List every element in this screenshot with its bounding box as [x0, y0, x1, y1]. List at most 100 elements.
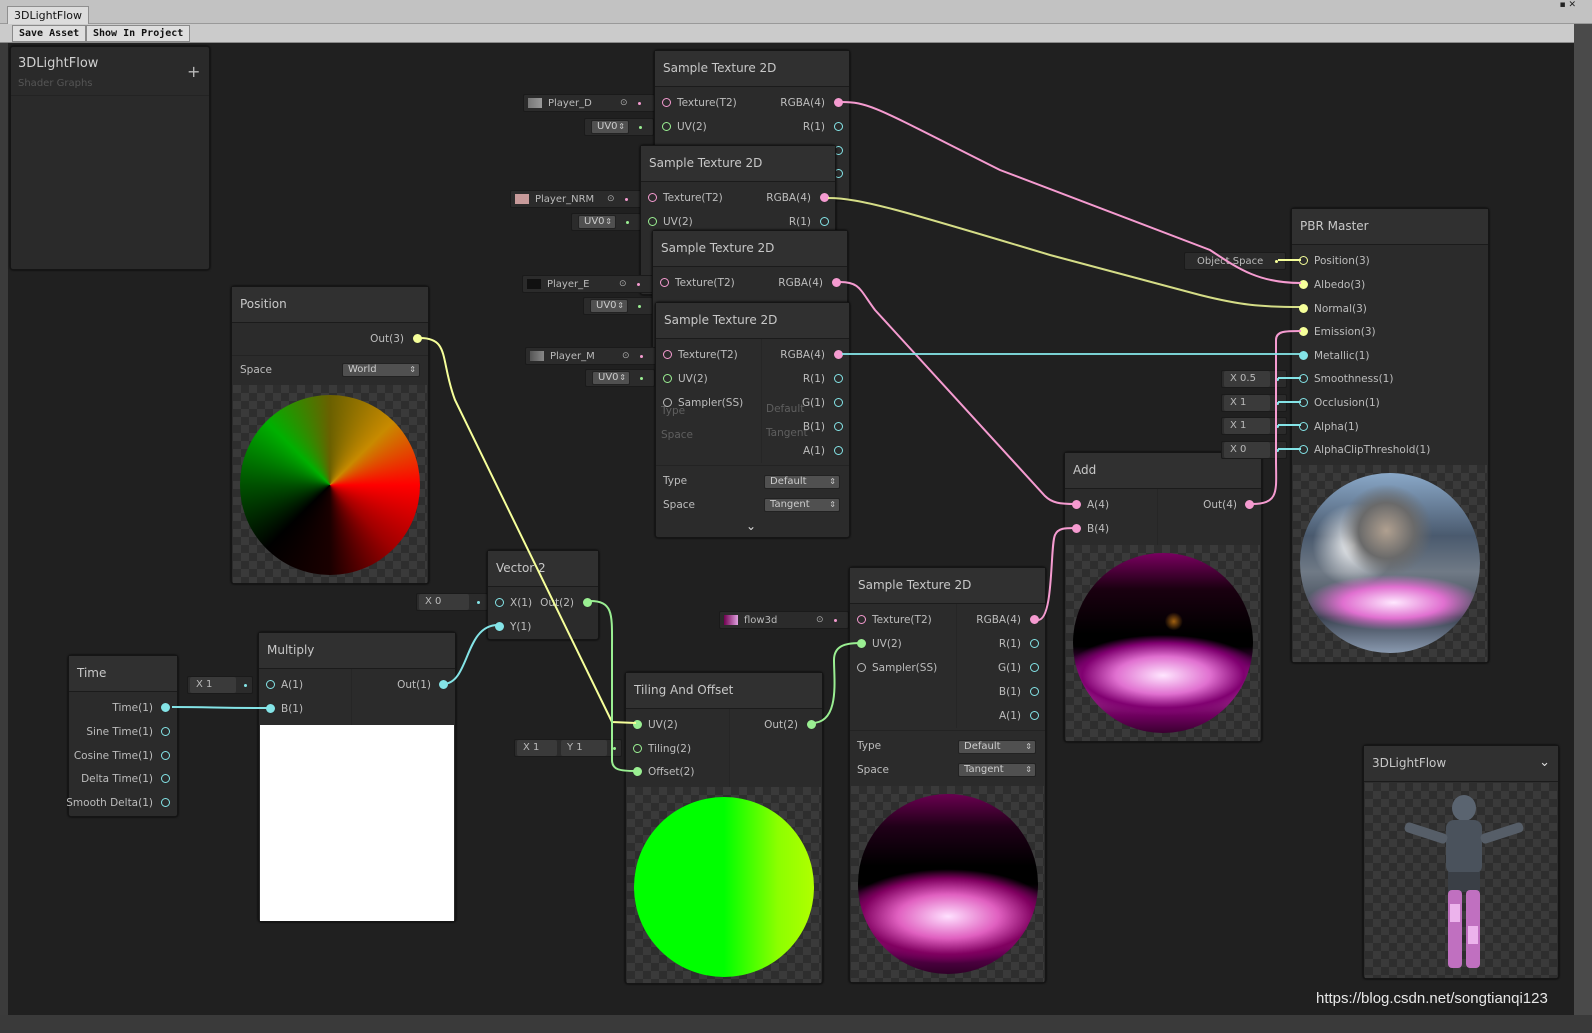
- port-dot[interactable]: [161, 727, 170, 736]
- window-controls-icon[interactable]: ▪ ✕: [1559, 1, 1576, 10]
- texture-field-flow3d[interactable]: flow3d ⊙: [719, 611, 849, 629]
- port-dot[interactable]: [495, 622, 504, 631]
- position-space-field[interactable]: Object Space: [1184, 252, 1286, 270]
- show-in-project-button[interactable]: Show In Project: [86, 25, 191, 42]
- port-dot[interactable]: [495, 598, 504, 607]
- port-dot[interactable]: [834, 446, 843, 455]
- shader-graph-window: 3DLightFlow ▪ ✕ Save Asset Show In Proje…: [0, 0, 1592, 1033]
- rgba-port-label: RGBA(4): [766, 192, 811, 204]
- port-dot[interactable]: [1245, 500, 1254, 509]
- type-dropdown[interactable]: Default: [764, 475, 840, 489]
- port-dot[interactable]: [660, 278, 669, 287]
- port-dot[interactable]: [857, 639, 866, 648]
- port-dot[interactable]: [1299, 374, 1308, 383]
- texture-field-player-nrm[interactable]: Player_NRM ⊙: [510, 190, 642, 208]
- multiply-a-field[interactable]: X 1: [187, 676, 253, 694]
- port-dot[interactable]: [662, 122, 671, 131]
- port-dot[interactable]: [820, 193, 829, 202]
- port-dot[interactable]: [1299, 398, 1308, 407]
- preview-sphere: [240, 395, 420, 575]
- out-port-dot[interactable]: [413, 334, 422, 343]
- port-dot[interactable]: [161, 751, 170, 760]
- preview-menu-chevron-icon[interactable]: ⌄: [1539, 755, 1550, 770]
- occlusion-field[interactable]: X 1: [1221, 394, 1287, 412]
- port-dot[interactable]: [834, 122, 843, 131]
- window-tab[interactable]: 3DLightFlow: [7, 6, 90, 24]
- time-node[interactable]: Time Time(1) Sine Time(1) Cosine Time(1)…: [66, 655, 178, 817]
- port-dot[interactable]: [1299, 256, 1308, 265]
- bottom-strip: [0, 1015, 1592, 1033]
- vector2-node[interactable]: Vector 2 X(1) Y(1) Out(2): [487, 550, 599, 640]
- port-dot[interactable]: [1072, 500, 1081, 509]
- uv-field-player-m[interactable]: UV0: [585, 369, 655, 387]
- space-dropdown[interactable]: Tangent: [764, 498, 840, 512]
- port-dot[interactable]: [161, 774, 170, 783]
- alpha-field[interactable]: X 1: [1221, 417, 1287, 435]
- texture-field-player-e[interactable]: Player_E ⊙: [522, 275, 654, 293]
- port-dot[interactable]: [1299, 422, 1308, 431]
- port-dot[interactable]: [633, 744, 642, 753]
- port-dot[interactable]: [583, 598, 592, 607]
- port-dot[interactable]: [1072, 524, 1081, 533]
- port-dot[interactable]: [1030, 687, 1039, 696]
- texture-field-player-d[interactable]: Player_D ⊙: [523, 94, 655, 112]
- tiling-field[interactable]: X 1 Y 1: [514, 739, 622, 757]
- port-dot[interactable]: [1299, 327, 1308, 336]
- smoothness-field[interactable]: X 0.5: [1221, 370, 1287, 388]
- port-dot[interactable]: [1299, 445, 1308, 454]
- port-dot[interactable]: [1299, 351, 1308, 360]
- port-dot[interactable]: [834, 374, 843, 383]
- port-dot[interactable]: [857, 663, 866, 672]
- port-dot[interactable]: [820, 217, 829, 226]
- port-dot[interactable]: [834, 422, 843, 431]
- port-dot[interactable]: [161, 798, 170, 807]
- sample-texture-flow-node[interactable]: Sample Texture 2D Texture(T2) UV(2) Samp…: [849, 567, 1046, 983]
- port-dot[interactable]: [161, 703, 170, 712]
- port-dot[interactable]: [663, 374, 672, 383]
- multiply-node[interactable]: Multiply A(1) B(1) Out(1): [258, 632, 456, 922]
- type-dropdown[interactable]: Default: [958, 740, 1036, 754]
- save-asset-button[interactable]: Save Asset: [12, 25, 87, 42]
- port-dot[interactable]: [633, 767, 642, 776]
- alpha-clip-field[interactable]: X 0: [1221, 441, 1287, 459]
- texture-field-player-m[interactable]: Player_M ⊙: [525, 347, 657, 365]
- main-preview-window[interactable]: 3DLightFlow ⌄: [1363, 745, 1559, 979]
- port-dot[interactable]: [807, 720, 816, 729]
- port-dot[interactable]: [1030, 711, 1039, 720]
- uv-field-player-e[interactable]: UV0: [583, 297, 653, 315]
- port-dot[interactable]: [633, 720, 642, 729]
- port-dot[interactable]: [1030, 615, 1039, 624]
- port-dot[interactable]: [857, 615, 866, 624]
- sample-texture-node-4[interactable]: Sample Texture 2D Texture(T2) UV(2) Samp…: [655, 302, 850, 538]
- port-dot[interactable]: [1299, 304, 1308, 313]
- space-dropdown[interactable]: Tangent: [958, 763, 1036, 777]
- title-bar: 3DLightFlow ▪ ✕: [0, 0, 1592, 24]
- scrollbar-right[interactable]: [1574, 24, 1592, 1033]
- port-dot[interactable]: [832, 278, 841, 287]
- port-dot[interactable]: [663, 350, 672, 359]
- port-dot[interactable]: [439, 680, 448, 689]
- port-dot[interactable]: [1299, 280, 1308, 289]
- port-dot[interactable]: [1030, 639, 1039, 648]
- uv-field-player-nrm[interactable]: UV0: [571, 213, 641, 231]
- port-dot[interactable]: [834, 98, 843, 107]
- add-property-icon[interactable]: +: [187, 62, 200, 81]
- vector2-x-field[interactable]: X 0: [416, 593, 488, 611]
- port-dot[interactable]: [266, 704, 275, 713]
- add-node[interactable]: Add A(4) B(4) Out(4): [1064, 452, 1262, 742]
- port-dot[interactable]: [648, 217, 657, 226]
- port-dot[interactable]: [648, 193, 657, 202]
- port-dot[interactable]: [1030, 663, 1039, 672]
- tiling-offset-node[interactable]: Tiling And Offset UV(2) Tiling(2) Offset…: [625, 672, 823, 984]
- port-dot[interactable]: [834, 398, 843, 407]
- port-dot[interactable]: [662, 98, 671, 107]
- expand-chevron-icon[interactable]: ⌄: [746, 519, 756, 533]
- uv-field-player-d[interactable]: UV0: [584, 118, 654, 136]
- port-dot[interactable]: [266, 680, 275, 689]
- position-node[interactable]: Position Out(3) Space World: [231, 286, 429, 584]
- pbr-master-node[interactable]: PBR Master Position(3) Albedo(3) Normal(…: [1291, 208, 1489, 663]
- texture-port-label: Texture(T2): [675, 277, 735, 289]
- port-dot[interactable]: [834, 350, 843, 359]
- sampler-port-label: Sampler(SS): [678, 397, 744, 409]
- space-dropdown[interactable]: World: [342, 363, 420, 377]
